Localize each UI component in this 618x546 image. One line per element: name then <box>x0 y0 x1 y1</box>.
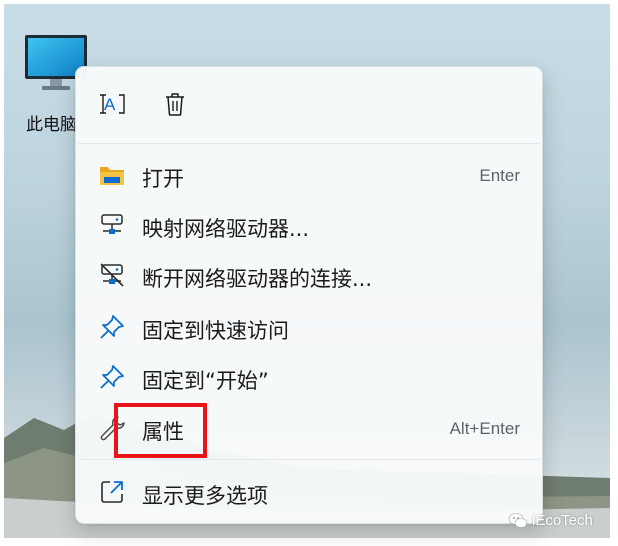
menu-item-pin-to-start[interactable]: 固定到“开始” <box>76 352 542 402</box>
network-drive-disconnect-icon <box>100 263 124 287</box>
menu-item-label: 打开 <box>142 167 184 191</box>
svg-text:A: A <box>104 95 116 114</box>
menu-item-shortcut: Alt+Enter <box>449 419 520 438</box>
menu-item-label: 显示更多选项 <box>142 484 268 508</box>
rename-button[interactable]: A <box>98 89 128 119</box>
pin-icon <box>100 365 124 389</box>
desktop-icon-label: 此电脑 <box>26 115 77 135</box>
menu-item-shortcut: Enter <box>479 166 520 185</box>
delete-button[interactable] <box>160 89 190 119</box>
menu-item-disconnect-network-drive[interactable]: 断开网络驱动器的连接... <box>76 250 542 300</box>
folder-icon <box>100 167 124 185</box>
pin-icon <box>100 315 124 339</box>
menu-item-map-network-drive[interactable]: 映射网络驱动器... <box>76 200 542 250</box>
highlight-annotation-box <box>114 403 207 458</box>
menu-item-show-more-options[interactable]: 显示更多选项 <box>76 467 542 517</box>
menu-item-label: 固定到“开始” <box>142 369 269 393</box>
wechat-icon <box>508 513 528 528</box>
menu-item-label: 映射网络驱动器... <box>142 217 310 241</box>
menu-item-label: 断开网络驱动器的连接... <box>142 267 373 291</box>
watermark-text: iEcoTech <box>532 512 593 529</box>
menu-item-open[interactable]: 打开 Enter <box>76 150 542 200</box>
rename-icon: A <box>100 94 125 114</box>
menu-divider <box>78 143 540 144</box>
menu-item-label: 固定到快速访问 <box>142 319 289 343</box>
menu-divider <box>78 459 540 460</box>
network-drive-icon <box>101 214 123 234</box>
menu-item-pin-quick-access[interactable]: 固定到快速访问 <box>76 302 542 352</box>
trash-icon <box>166 93 184 116</box>
menu-toolbar: A <box>76 67 542 143</box>
share-icon <box>101 481 123 503</box>
